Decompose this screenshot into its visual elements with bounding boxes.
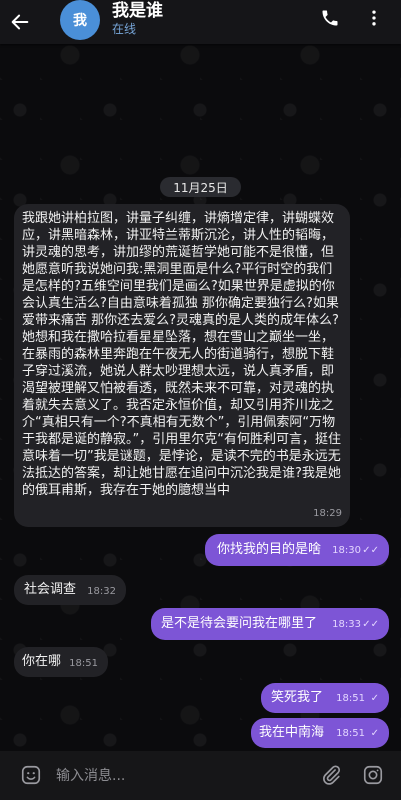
message-input[interactable]: 输入消息... — [56, 765, 125, 785]
attach-icon — [323, 765, 341, 785]
message-text: 你找我的目的是啥 — [217, 542, 322, 557]
message-time: 18:29 — [313, 508, 342, 519]
message-text: 你在哪 — [22, 654, 62, 669]
message-time: 18:30 — [332, 545, 361, 556]
read-receipt-icon: ✓✓ — [362, 545, 379, 556]
message-bubble-incoming[interactable]: 你在哪 18:51 — [14, 647, 108, 677]
chat-title-block[interactable]: 我是谁 在线 — [112, 1, 163, 37]
camera-icon — [363, 765, 383, 785]
message-bubble-incoming[interactable]: 我跟她讲柏拉图，讲量子纠缠，讲熵增定律，讲蝴蝶效应，讲黑暗森林，讲亚特兰蒂斯沉沦… — [14, 204, 350, 527]
message-bubble-outgoing[interactable]: 笑死我了 18:51 ✓ — [261, 683, 389, 713]
message-text: 我在中南海 — [259, 725, 325, 740]
read-receipt-icon: ✓ — [370, 693, 379, 704]
date-separator: 11月25日 — [160, 177, 241, 197]
attach-button[interactable] — [319, 763, 343, 787]
avatar[interactable]: 我 — [60, 0, 100, 40]
message-time: 18:32 — [87, 586, 116, 597]
camera-button[interactable] — [361, 763, 385, 787]
message-text: 笑死我了 — [271, 690, 324, 705]
message-composer: 输入消息... — [0, 751, 401, 800]
back-arrow-icon — [11, 14, 29, 30]
more-vertical-icon — [372, 10, 376, 26]
emoji-icon — [21, 765, 41, 785]
message-bubble-outgoing[interactable]: 你找我的目的是啥 18:30 ✓✓ — [205, 534, 389, 566]
phone-icon — [322, 10, 338, 26]
message-bubble-outgoing[interactable]: 是不是待会要问我在哪里了 18:33 ✓✓ — [151, 608, 389, 640]
message-time: 18:33 — [332, 619, 361, 630]
chat-title: 我是谁 — [112, 1, 163, 21]
more-options-button[interactable] — [359, 0, 389, 36]
message-text: 社会调查 — [24, 582, 77, 597]
message-bubble-outgoing[interactable]: 我在中南海 18:51 ✓ — [251, 718, 389, 748]
message-text: 我跟她讲柏拉图，讲量子纠缠，讲熵增定律，讲蝴蝶效应，讲黑暗森林，讲亚特兰蒂斯沉沦… — [22, 211, 341, 498]
message-time: 18:51 — [69, 658, 98, 669]
read-receipt-icon: ✓ — [370, 728, 379, 739]
message-text: 是不是待会要问我在哪里了 — [161, 616, 318, 631]
read-receipt-icon: ✓✓ — [362, 619, 379, 630]
emoji-button[interactable] — [19, 763, 43, 787]
message-time: 18:51 — [336, 728, 365, 739]
call-button[interactable] — [315, 0, 345, 36]
message-time: 18:51 — [336, 693, 365, 704]
chat-header: 我 我是谁 在线 — [0, 0, 401, 44]
back-button[interactable] — [0, 0, 40, 44]
chat-status: 在线 — [112, 22, 137, 36]
message-bubble-incoming[interactable]: 社会调查 18:32 — [14, 575, 126, 605]
